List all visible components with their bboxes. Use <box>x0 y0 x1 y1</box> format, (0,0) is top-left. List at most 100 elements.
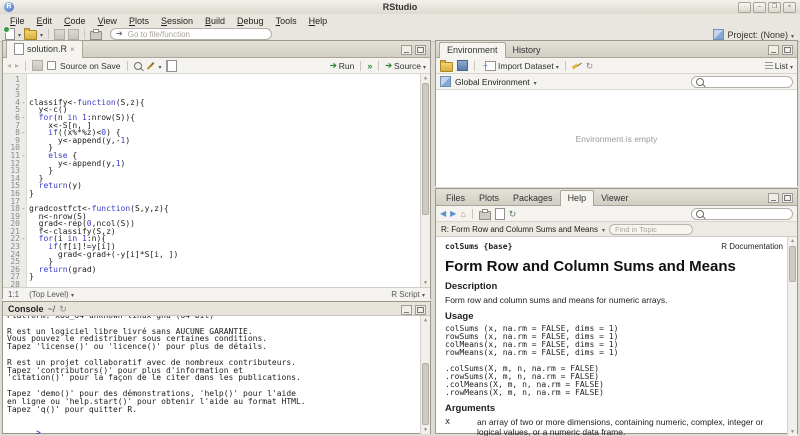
forward-icon[interactable]: ▶ <box>450 210 456 218</box>
fold-marker[interactable] <box>20 258 27 266</box>
fold-marker[interactable]: - <box>20 114 27 122</box>
window-menu-button[interactable]: · <box>738 2 751 13</box>
minimize-button[interactable]: – <box>753 2 766 13</box>
search-icon[interactable] <box>134 62 142 70</box>
rerun-icon[interactable]: » <box>367 62 372 70</box>
fold-marker[interactable] <box>20 273 27 281</box>
tab-viewer[interactable]: Viewer <box>594 191 635 205</box>
tab-files[interactable]: Files <box>439 191 472 205</box>
fold-marker[interactable] <box>20 220 27 228</box>
scope-selector[interactable]: (Top Level) <box>29 290 74 299</box>
tab-plots[interactable]: Plots <box>472 191 506 205</box>
refresh-icon[interactable]: ↻ <box>586 62 594 70</box>
menu-item[interactable]: Session <box>155 15 199 27</box>
save-all-icon[interactable] <box>68 29 79 40</box>
maximize-pane-icon[interactable] <box>415 305 426 315</box>
run-button[interactable]: ➔ Run <box>330 61 354 71</box>
fold-marker[interactable] <box>20 160 27 168</box>
clear-workspace-icon[interactable] <box>572 61 582 70</box>
code-line[interactable]: 28 <box>3 281 430 287</box>
save-icon[interactable] <box>54 29 65 40</box>
tab-environment[interactable]: Environment <box>439 42 506 58</box>
scroll-up-icon[interactable]: ▲ <box>421 74 430 82</box>
open-in-new-window-icon[interactable] <box>495 208 505 220</box>
fold-marker[interactable]: - <box>20 205 27 213</box>
find-in-topic-input[interactable] <box>609 224 693 235</box>
project-selector[interactable]: Project: (None) <box>713 29 794 40</box>
scroll-down-icon[interactable]: ▼ <box>421 279 430 287</box>
tab-help[interactable]: Help <box>560 190 595 206</box>
file-type-selector[interactable]: R Script <box>391 290 425 299</box>
refresh-icon[interactable]: ↻ <box>509 210 517 218</box>
compile-notebook-icon[interactable] <box>166 60 177 72</box>
load-workspace-icon[interactable] <box>440 62 453 72</box>
new-file-icon[interactable] <box>5 28 15 40</box>
code-editor[interactable]: 1 2 3 4 - classify<-function(S,z){ 5 y<-… <box>3 74 430 287</box>
environment-search-input[interactable] <box>707 76 788 87</box>
maximize-button[interactable]: ❐ <box>768 2 781 13</box>
scrollbar-thumb[interactable] <box>422 83 429 215</box>
environment-search-box[interactable] <box>691 76 793 88</box>
code-line[interactable]: 26 return(grad) <box>3 266 430 274</box>
chevron-down-icon[interactable] <box>18 29 21 40</box>
menu-item[interactable]: Build <box>199 15 231 27</box>
fold-marker[interactable] <box>20 182 27 190</box>
print-icon[interactable] <box>90 31 102 40</box>
code-line[interactable]: 16 } <box>3 190 430 198</box>
fold-marker[interactable] <box>20 190 27 198</box>
minimize-pane-icon[interactable] <box>768 193 779 203</box>
scrollbar-thumb[interactable] <box>789 246 796 282</box>
fold-marker[interactable] <box>20 251 27 259</box>
help-topic-selector[interactable]: R: Form Row and Column Sums and Means <box>441 225 598 234</box>
close-icon[interactable] <box>70 44 75 54</box>
scroll-up-icon[interactable]: ▲ <box>421 316 430 324</box>
code-line[interactable]: 2 <box>3 84 430 92</box>
minimize-pane-icon[interactable] <box>401 305 412 315</box>
close-button[interactable]: × <box>783 2 796 13</box>
maximize-pane-icon[interactable] <box>782 193 793 203</box>
console-scrollbar[interactable]: ▲ ▼ <box>420 316 430 434</box>
fold-marker[interactable] <box>20 84 27 92</box>
forward-icon[interactable]: ▸ <box>15 62 19 70</box>
source-button[interactable]: ➔ Source <box>385 61 426 71</box>
scroll-down-icon[interactable]: ▼ <box>788 428 797 436</box>
fold-marker[interactable] <box>20 266 27 274</box>
fold-marker[interactable]: - <box>20 235 27 243</box>
fold-marker[interactable] <box>20 213 27 221</box>
back-icon[interactable]: ◀ <box>440 210 446 218</box>
source-on-save-checkbox[interactable] <box>47 61 56 70</box>
code-line[interactable]: 27 } <box>3 273 430 281</box>
save-icon[interactable] <box>32 60 43 71</box>
global-environment-selector[interactable]: Global Environment <box>455 77 530 87</box>
menu-item[interactable]: Code <box>58 15 92 27</box>
chevron-down-icon[interactable] <box>534 77 537 87</box>
maximize-pane-icon[interactable] <box>782 45 793 55</box>
import-dataset-button[interactable]: Import Dataset <box>481 61 559 71</box>
menu-item[interactable]: File <box>4 15 31 27</box>
save-workspace-icon[interactable] <box>457 60 468 71</box>
maximize-pane-icon[interactable] <box>415 45 426 55</box>
code-line[interactable]: 1 <box>3 76 430 84</box>
chevron-down-icon[interactable] <box>40 29 43 40</box>
fold-marker[interactable] <box>20 167 27 175</box>
print-icon[interactable] <box>479 211 491 220</box>
menu-item[interactable]: Help <box>303 15 334 27</box>
list-view-selector[interactable]: List <box>765 61 793 71</box>
tab-history[interactable]: History <box>506 43 548 57</box>
minimize-pane-icon[interactable] <box>768 45 779 55</box>
menu-item[interactable]: Tools <box>270 15 303 27</box>
menu-item[interactable]: View <box>92 15 123 27</box>
goto-file-function-input[interactable] <box>126 29 266 40</box>
code-line[interactable]: 15 return(y) <box>3 182 430 190</box>
code-line[interactable]: 9 y<-append(y,-1) <box>3 137 430 145</box>
fold-marker[interactable]: - <box>20 99 27 107</box>
help-search-box[interactable] <box>691 208 793 220</box>
menu-item[interactable]: Edit <box>31 15 59 27</box>
fold-marker[interactable] <box>20 137 27 145</box>
tab-solution-r[interactable]: solution.R <box>6 40 83 58</box>
goto-file-function-box[interactable]: ➔ <box>110 28 272 40</box>
scrollbar-thumb[interactable] <box>422 363 429 425</box>
console-prompt-line[interactable]: > <box>7 421 426 434</box>
back-icon[interactable]: ◂ <box>7 62 11 70</box>
code-line[interactable]: 24 grad<-grad+(-y[i]*S[i, ]) <box>3 251 430 259</box>
